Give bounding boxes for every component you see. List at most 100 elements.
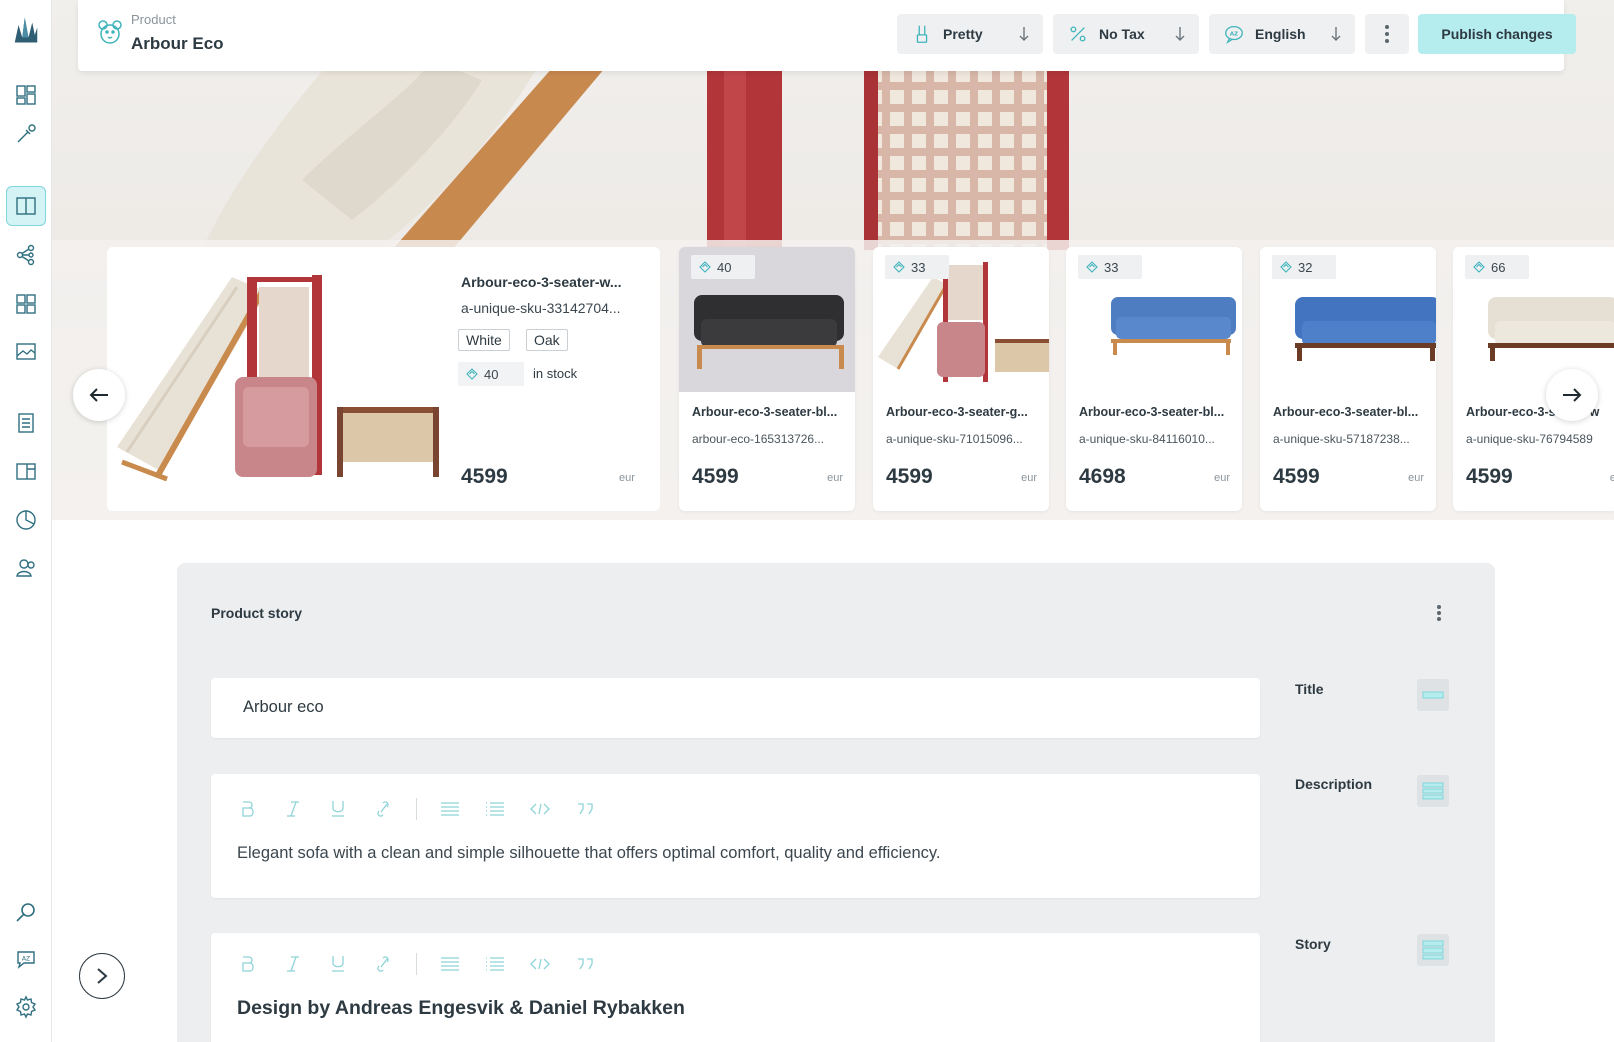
link-icon[interactable]	[372, 798, 394, 820]
language-icon: AZ	[1225, 26, 1243, 44]
grid-icon	[16, 294, 36, 314]
variant-name: Arbour-eco-3-seater-bl...	[692, 405, 838, 419]
quote-icon[interactable]	[574, 953, 596, 975]
component-label-title: Title	[1295, 681, 1324, 697]
sidebar-item-search[interactable]	[6, 892, 46, 932]
style-select[interactable]: Pretty	[897, 14, 1043, 54]
variant-price: 4599	[1466, 465, 1513, 488]
variant-price: 4599	[1273, 465, 1320, 488]
sidebar-item-grid[interactable]	[6, 284, 46, 324]
sidebar-item-pipette[interactable]	[6, 114, 46, 154]
description-field[interactable]: Elegant sofa with a clean and simple sil…	[211, 774, 1260, 898]
variant-sku: a-unique-sku-71015096...	[886, 432, 1023, 446]
arrow-right-icon	[1563, 388, 1582, 402]
variant-stock-badge: 66	[1465, 255, 1529, 279]
paragraph-collection-icon	[1417, 934, 1449, 966]
sidebar-item-settings[interactable]	[6, 987, 46, 1027]
link-icon[interactable]	[372, 953, 394, 975]
stock-icon	[1086, 261, 1098, 273]
code-icon[interactable]	[529, 798, 551, 820]
stock-icon	[466, 368, 478, 380]
product-story-panel: Product story Arbour eco Title Elegant s…	[177, 563, 1495, 1042]
rich-text-icon	[1417, 775, 1449, 807]
percent-icon	[1070, 26, 1086, 42]
sidebar-item-image[interactable]	[6, 332, 46, 372]
ordered-list-icon[interactable]	[439, 798, 461, 820]
title-field[interactable]: Arbour eco	[211, 678, 1260, 738]
underline-icon[interactable]	[327, 953, 349, 975]
featured-variant-card[interactable]: Arbour-eco-3-seater-w... a-unique-sku-33…	[107, 247, 660, 511]
variant-stock-count: 33	[1104, 259, 1119, 275]
expand-panel-button[interactable]	[79, 953, 125, 999]
attribute-tag-color: White	[458, 329, 510, 351]
single-line-icon	[1417, 679, 1449, 711]
carousel-next-button[interactable]	[1546, 369, 1598, 421]
tax-select-value: No Tax	[1099, 26, 1145, 42]
language-select[interactable]: AZ English	[1209, 14, 1355, 54]
tax-select[interactable]: No Tax	[1053, 14, 1199, 54]
sidebar-item-topics[interactable]	[6, 235, 46, 275]
crystal-logo[interactable]	[6, 10, 46, 50]
kebab-icon	[1437, 605, 1441, 621]
arrow-down-icon	[1331, 27, 1341, 41]
sofa-set-illustration	[107, 247, 440, 511]
italic-icon[interactable]	[282, 798, 304, 820]
variant-stock-badge: 33	[1078, 255, 1142, 279]
variant-stock-badge: 32	[1272, 255, 1336, 279]
variant-stock-count: 66	[1491, 259, 1506, 275]
story-toolbar	[237, 953, 619, 975]
variant-price: 4599	[692, 465, 739, 488]
publish-changes-button[interactable]: Publish changes	[1418, 14, 1576, 54]
featured-variant-name: Arbour-eco-3-seater-w...	[461, 274, 622, 290]
dashboard-icon	[16, 85, 36, 105]
sidebar-item-shapes[interactable]	[6, 451, 46, 491]
language-select-value: English	[1255, 26, 1306, 42]
sidebar-item-catalogue[interactable]	[6, 186, 46, 226]
code-icon[interactable]	[529, 953, 551, 975]
variant-sku: a-unique-sku-57187238...	[1273, 432, 1410, 446]
variant-card[interactable]: 33 Arbour-eco-3-seater-g... a-unique-sku…	[873, 247, 1049, 511]
more-options-button[interactable]	[1365, 14, 1409, 54]
variant-sku: a-unique-sku-84116010...	[1079, 432, 1215, 446]
unordered-list-icon[interactable]	[484, 953, 506, 975]
story-field[interactable]: Design by Andreas Engesvik & Daniel Ryba…	[211, 933, 1260, 1042]
sidebar-item-analytics[interactable]	[6, 500, 46, 540]
sidebar-item-dashboard[interactable]	[6, 75, 46, 115]
settings-icon	[15, 995, 37, 1019]
document-icon	[18, 413, 34, 433]
bold-icon[interactable]	[237, 798, 259, 820]
featured-variant-image	[107, 247, 440, 511]
svg-text:AZ: AZ	[22, 956, 30, 963]
users-icon	[16, 559, 35, 577]
stock-status: in stock	[533, 366, 578, 381]
sidebar-item-translate[interactable]: AZ	[6, 939, 46, 979]
arrow-down-icon	[1175, 27, 1185, 41]
bold-icon[interactable]	[237, 953, 259, 975]
underline-icon[interactable]	[327, 798, 349, 820]
variant-currency: eur	[827, 472, 843, 484]
component-label-description: Description	[1295, 776, 1373, 792]
description-field-value[interactable]: Elegant sofa with a clean and simple sil…	[237, 844, 940, 863]
italic-icon[interactable]	[282, 953, 304, 975]
carousel-prev-button[interactable]	[73, 369, 125, 421]
translate-icon: AZ	[17, 951, 35, 969]
variant-stock-count: 32	[1298, 259, 1313, 275]
page-kicker: Product	[131, 12, 176, 27]
ordered-list-icon[interactable]	[439, 953, 461, 975]
variant-stock-badge: 40	[691, 255, 755, 279]
variant-price: 4698	[1079, 465, 1126, 488]
quote-icon[interactable]	[574, 798, 596, 820]
variant-card[interactable]: 32 Arbour-eco-3-seater-bl... a-unique-sk…	[1260, 247, 1436, 511]
sidebar-item-document[interactable]	[6, 403, 46, 443]
sidebar-item-users[interactable]	[6, 548, 46, 588]
story-options-button[interactable]	[1429, 601, 1449, 625]
product-header: Product Arbour Eco Pretty No Tax AZ Engl…	[78, 0, 1576, 71]
variant-card[interactable]: 40 Arbour-eco-3-seater-bl... arbour-eco-…	[679, 247, 855, 511]
title-field-value[interactable]: Arbour eco	[243, 698, 324, 717]
svg-text:AZ: AZ	[1230, 31, 1238, 37]
arrow-down-icon	[1019, 27, 1029, 41]
story-field-value[interactable]: Design by Andreas Engesvik & Daniel Ryba…	[237, 997, 685, 1020]
variant-stock-badge: 33	[885, 255, 949, 279]
variant-card[interactable]: 33 Arbour-eco-3-seater-bl... a-unique-sk…	[1066, 247, 1242, 511]
unordered-list-icon[interactable]	[484, 798, 506, 820]
